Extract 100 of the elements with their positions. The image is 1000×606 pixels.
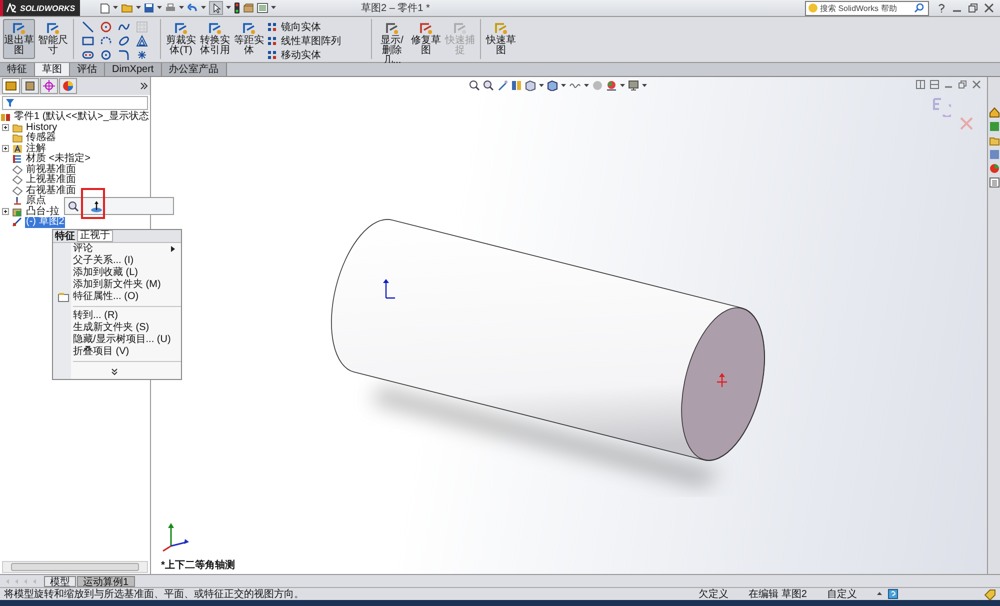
point-icon[interactable] — [136, 49, 148, 61]
menu-item[interactable]: 隐藏/显示树项目... (U) — [73, 334, 171, 346]
pointer-icon[interactable] — [209, 1, 223, 15]
expand-box-icon[interactable] — [2, 208, 9, 216]
command-tab[interactable]: 草图 — [35, 63, 70, 76]
wand-icon[interactable] — [497, 80, 508, 91]
monitor-icon[interactable] — [628, 80, 639, 91]
menu-item[interactable]: 添加到收藏 (L) — [73, 267, 138, 279]
expand-box-icon[interactable] — [2, 124, 9, 132]
close-icon[interactable] — [972, 80, 981, 89]
ribbon-button[interactable]: 智能尺寸 — [37, 19, 69, 59]
spline-icon[interactable] — [118, 21, 130, 33]
normal-to-view-icon[interactable] — [90, 200, 103, 212]
caret-icon[interactable] — [179, 6, 184, 10]
document-icon[interactable] — [100, 2, 110, 14]
magnifier-icon[interactable] — [483, 80, 494, 91]
close-icon[interactable] — [984, 3, 994, 13]
caret-icon[interactable] — [561, 84, 566, 88]
caret-icon[interactable] — [226, 6, 231, 10]
caret-icon[interactable] — [877, 592, 882, 596]
library-icon[interactable] — [988, 121, 1000, 132]
ribbon-button[interactable]: 移动实体 — [267, 48, 367, 61]
color-wheel-icon[interactable] — [59, 78, 77, 94]
command-tab[interactable]: DimXpert — [105, 63, 162, 76]
magnifier-icon[interactable] — [68, 200, 79, 212]
command-tab[interactable]: 办公室产品 — [162, 63, 227, 76]
slot-icon[interactable] — [82, 49, 94, 61]
ribbon-button[interactable]: 线性草图阵列 — [267, 34, 367, 47]
restore-icon[interactable] — [958, 80, 967, 89]
menu-item[interactable]: 特征属性... (O) — [73, 291, 139, 303]
ribbon-button[interactable]: 修复草图 — [410, 19, 442, 59]
tree-item[interactable]: 原点 — [25, 196, 47, 206]
fillet-icon[interactable] — [118, 49, 130, 61]
scroll-bar[interactable] — [2, 561, 148, 573]
menu-item[interactable]: 生成新文件夹 (S) — [73, 322, 150, 334]
tree-item[interactable]: 零件1 (默认<<默认>_显示状态 — [13, 112, 150, 122]
model-tab[interactable]: 运动算例1 — [77, 576, 135, 586]
help-icon[interactable] — [888, 589, 898, 599]
ribbon-button[interactable]: 等距实体 — [233, 19, 265, 59]
scene-icon[interactable] — [606, 80, 617, 91]
expand-box-icon[interactable] — [2, 145, 9, 152]
tree-item[interactable]: History — [25, 122, 58, 133]
ribbon-button[interactable]: 转换实体引用 — [199, 19, 231, 59]
caret-icon[interactable] — [271, 6, 276, 10]
search-field[interactable]: 搜索 SolidWorks 帮助 — [805, 0, 929, 16]
color-wheel-icon[interactable] — [988, 163, 1000, 174]
caret-icon[interactable] — [620, 84, 625, 88]
palette-icon[interactable] — [988, 149, 1000, 160]
line-icon[interactable] — [82, 21, 94, 33]
folder-icon[interactable] — [988, 135, 1000, 146]
ribbon-button[interactable]: 快速草图 — [485, 19, 517, 59]
caret-icon[interactable] — [113, 6, 118, 10]
menu-item[interactable]: 折叠项目 (V) — [73, 346, 130, 358]
cube-icon[interactable] — [525, 80, 536, 91]
printer-icon[interactable] — [165, 3, 176, 13]
menu-item[interactable]: 添加到新文件夹 (M) — [73, 279, 161, 291]
caret-icon[interactable] — [157, 6, 162, 10]
tree-item[interactable]: 上视基准面 — [25, 175, 77, 186]
circle-icon[interactable] — [100, 49, 112, 61]
ribbon-button[interactable]: 剪裁实体(T) — [165, 19, 197, 59]
ribbon-button[interactable]: 退出草图 — [3, 19, 35, 59]
ribbon-button[interactable]: 镜向实体 — [267, 20, 367, 33]
caret-icon[interactable] — [201, 6, 206, 10]
section-view-icon[interactable] — [511, 80, 522, 91]
home-icon[interactable] — [988, 107, 1000, 118]
tree-item[interactable]: 材质 <未指定> — [25, 154, 92, 164]
triangle-icon[interactable] — [136, 35, 148, 47]
model-tab[interactable]: 模型 — [44, 576, 76, 586]
menu-item[interactable]: 评论 — [73, 243, 93, 255]
tree-item[interactable]: 前视基准面 — [25, 164, 77, 175]
tree-item[interactable]: 右视基准面 — [25, 186, 77, 196]
checklist-icon[interactable] — [257, 3, 268, 13]
crosshair-icon[interactable] — [40, 78, 58, 94]
box-icon[interactable] — [243, 3, 254, 13]
feature-tree-tab-icon[interactable] — [2, 78, 20, 94]
undo-arrow-icon[interactable] — [187, 3, 198, 13]
restore-icon[interactable] — [968, 3, 978, 13]
split-view-icon[interactable] — [916, 80, 925, 89]
caret-icon[interactable] — [539, 84, 544, 88]
expand-chevron-icon[interactable] — [111, 368, 118, 374]
tree-item[interactable]: 注解 — [25, 144, 47, 154]
folder-icon[interactable] — [121, 3, 133, 13]
app-logo[interactable]: SOLIDWORKS — [0, 0, 80, 16]
tree-item[interactable]: 凸台-拉 — [25, 206, 60, 217]
chevron-icon[interactable] — [140, 82, 148, 90]
split-view-icon[interactable] — [930, 80, 939, 89]
traffic-light-icon[interactable] — [234, 2, 240, 14]
menu-item[interactable]: 父子关系... (I) — [73, 255, 134, 267]
tree-item[interactable]: 传感器 — [25, 133, 57, 144]
circle-icon[interactable] — [100, 21, 112, 33]
list-icon[interactable] — [988, 177, 1000, 188]
magnifier-icon[interactable] — [469, 80, 480, 91]
command-tab[interactable]: 特征 — [0, 63, 35, 76]
filter-field[interactable] — [2, 96, 148, 110]
arc-icon[interactable] — [100, 35, 112, 47]
caret-icon[interactable] — [584, 84, 589, 88]
menu-item[interactable]: 转到... (R) — [73, 310, 118, 322]
command-tab[interactable]: 评估 — [70, 63, 105, 76]
caret-icon[interactable] — [642, 84, 647, 88]
rectangle-icon[interactable] — [82, 35, 94, 47]
